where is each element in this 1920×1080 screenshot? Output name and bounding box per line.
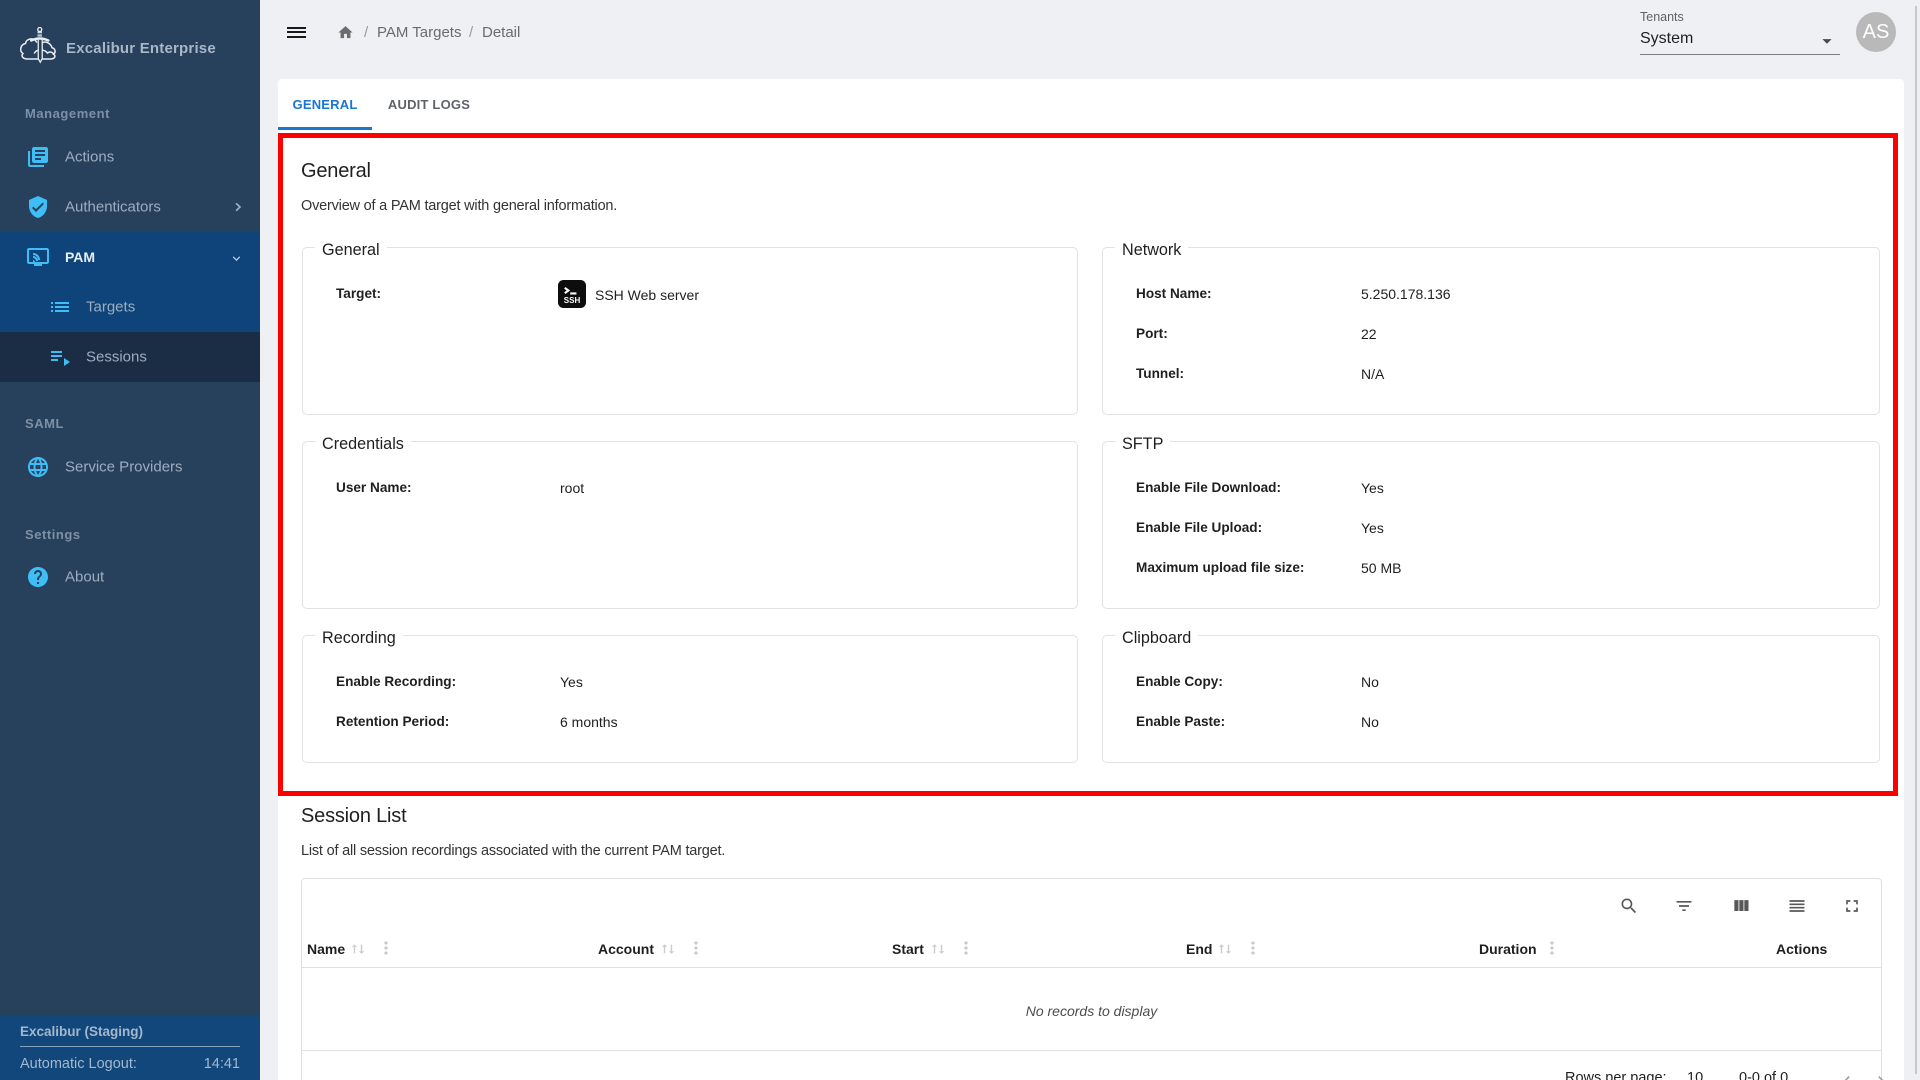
svg-text:SSH: SSH (564, 296, 581, 305)
